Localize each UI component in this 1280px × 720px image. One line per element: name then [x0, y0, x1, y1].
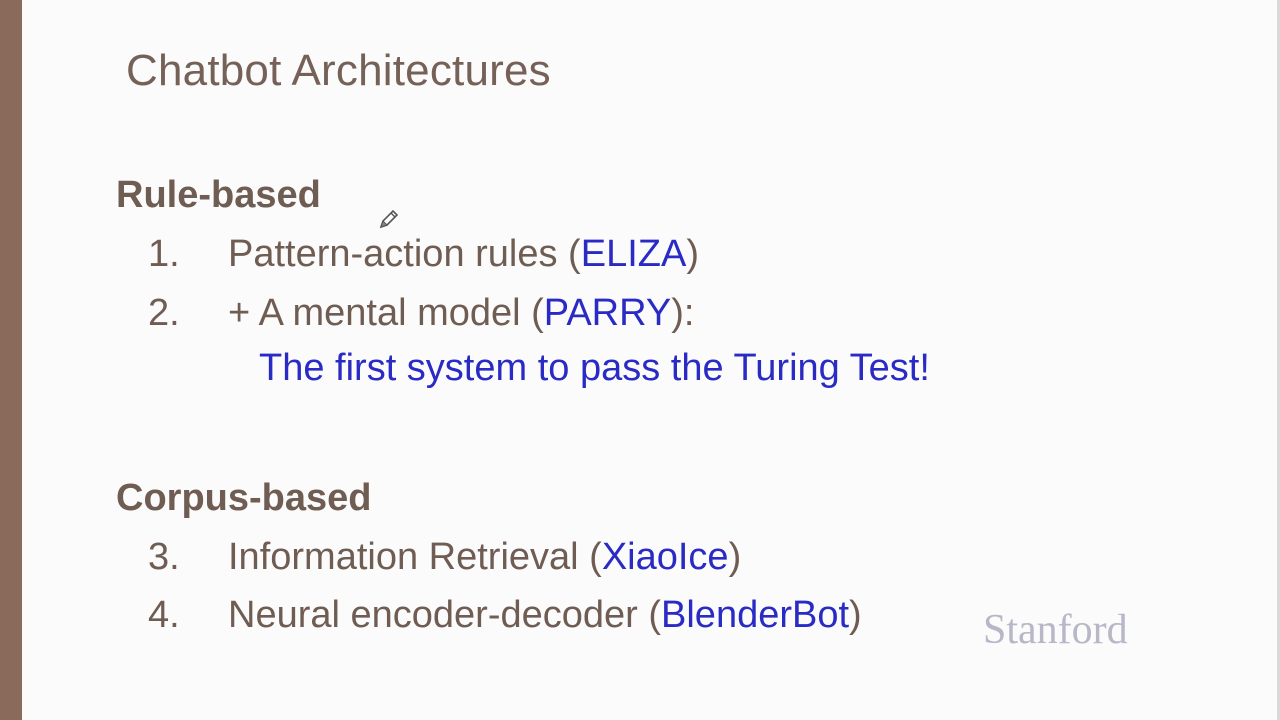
item-text: Information Retrieval (XiaoIce): [228, 536, 742, 578]
accent-bar: [0, 0, 22, 720]
list-item: 2. + A mental model (PARRY):: [148, 292, 694, 335]
slide-title: Chatbot Architectures: [126, 46, 551, 95]
item-highlight: PARRY: [543, 292, 672, 334]
turing-note: The first system to pass the Turing Test…: [259, 347, 930, 389]
list-item: 1. Pattern-action rules (ELIZA): [148, 233, 699, 276]
item-text: + A mental model (PARRY):: [228, 292, 695, 334]
stanford-watermark: Stanford: [983, 607, 1128, 653]
item-number: 4.: [148, 594, 180, 636]
item-number: 3.: [148, 536, 180, 578]
item-text: Pattern-action rules (ELIZA): [228, 233, 699, 275]
list-item: 4. Neural encoder-decoder (BlenderBot): [148, 594, 862, 637]
section-heading-rule-based: Rule-based: [116, 174, 321, 216]
item-highlight: BlenderBot: [661, 594, 850, 636]
item-text: Neural encoder-decoder (BlenderBot): [228, 594, 862, 636]
item-highlight: XiaoIce: [601, 536, 729, 578]
section-heading-corpus-based: Corpus-based: [116, 477, 372, 519]
item-highlight: ELIZA: [580, 233, 687, 275]
slide: Chatbot Architectures Rule-based 1. Patt…: [0, 0, 1280, 720]
item-number: 2.: [148, 292, 180, 334]
pencil-icon: [379, 209, 399, 229]
list-item: 3. Information Retrieval (XiaoIce): [148, 536, 741, 579]
item-number: 1.: [148, 233, 180, 275]
